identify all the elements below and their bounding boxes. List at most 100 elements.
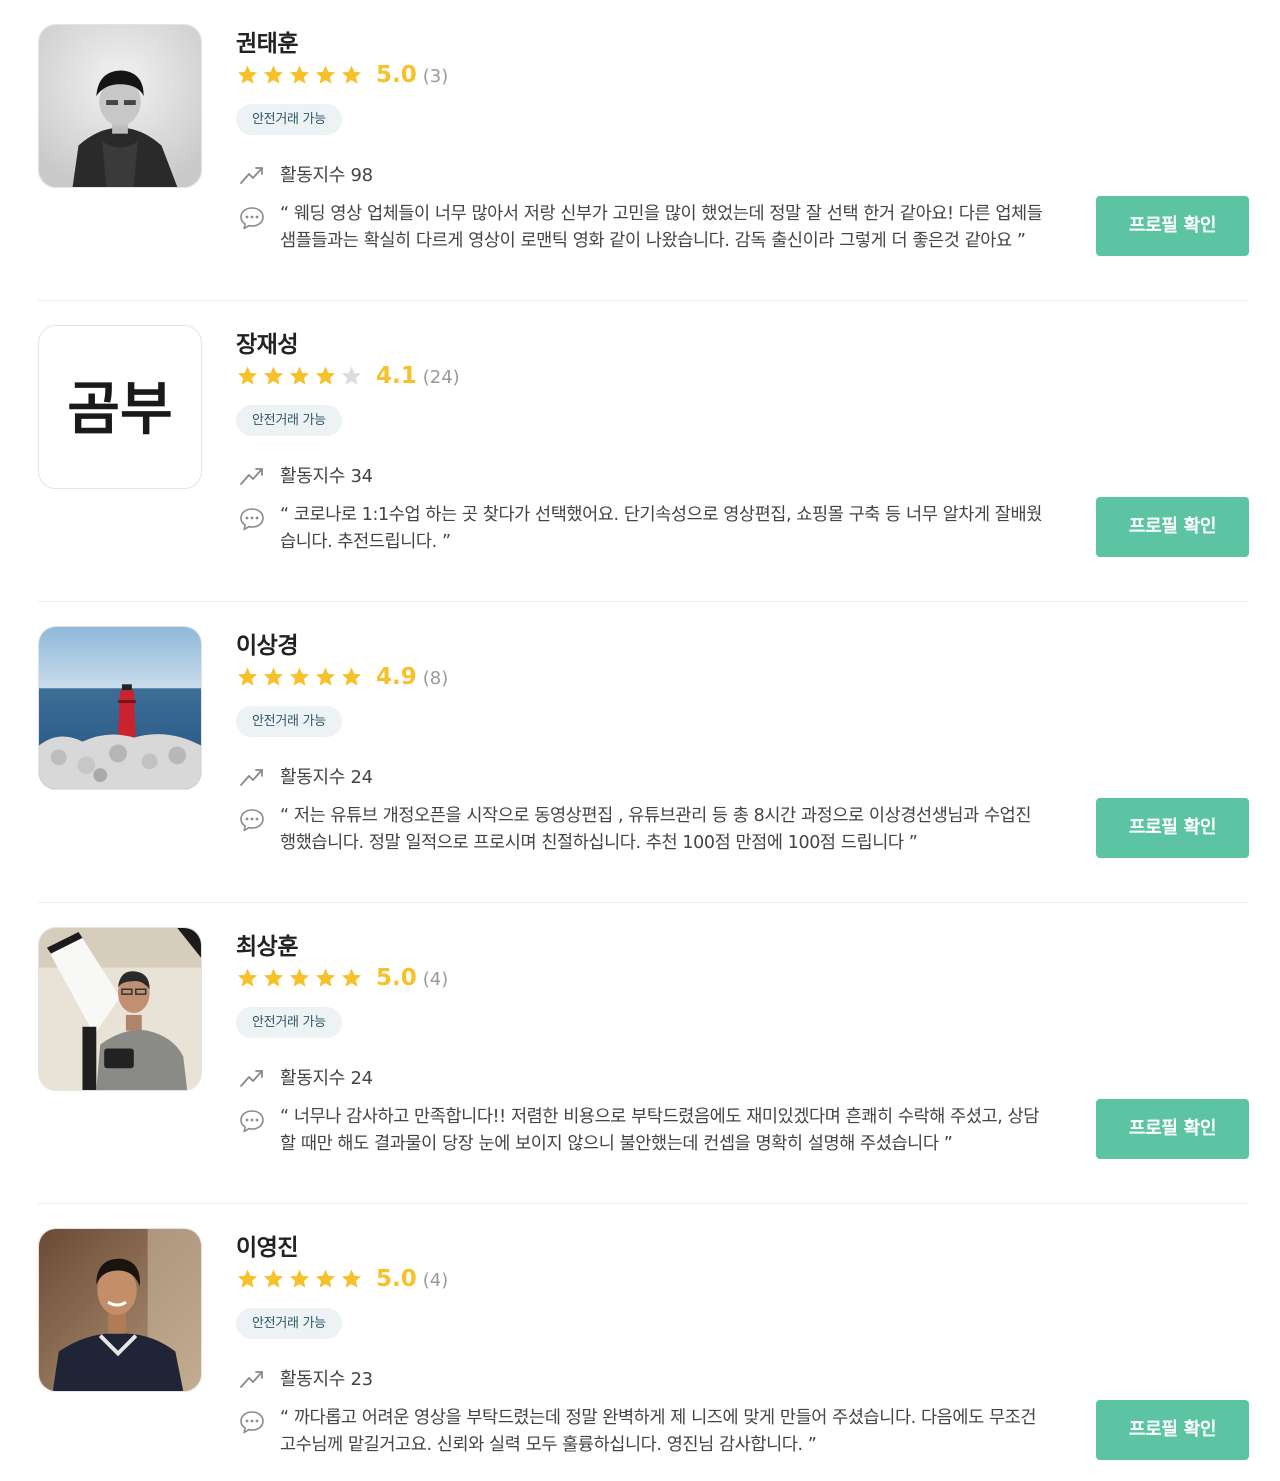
safe-trade-badge: 안전거래 가능	[236, 1007, 342, 1038]
review-count: (4)	[422, 1270, 449, 1291]
speech-bubble-icon	[240, 1110, 264, 1133]
activity-text: 활동지수 23	[280, 1369, 373, 1390]
star-icon	[341, 968, 362, 987]
star-rating	[236, 967, 363, 990]
trend-up-icon	[240, 1070, 263, 1087]
rating: 5.0 (4)	[236, 1264, 448, 1294]
activity-index: 활동지수 23	[238, 1364, 373, 1392]
expert-card: 최상훈 5.0 (4) 안전거래 가능 활동지수 24 “ 너무나 감사하고 만…	[0, 903, 1280, 1204]
star-rating	[236, 1268, 363, 1291]
speech-bubble-icon	[240, 508, 264, 531]
activity-index: 활동지수 24	[238, 762, 373, 790]
avatar[interactable]	[38, 626, 202, 790]
view-profile-button[interactable]: 프로필 확인	[1096, 1099, 1249, 1159]
avatar[interactable]: 곰부	[38, 325, 202, 489]
star-icon	[263, 968, 284, 987]
activity-index: 활동지수 98	[238, 160, 373, 188]
star-icon	[263, 65, 284, 84]
expert-card: 권태훈 5.0 (3) 안전거래 가능 활동지수 98 “ 웨딩 영상 업체들이…	[0, 0, 1280, 301]
star-rating	[236, 64, 363, 87]
star-icon	[237, 968, 258, 987]
star-icon	[289, 65, 310, 84]
star-icon	[315, 667, 336, 686]
review-text: “ 코로나로 1:1수업 하는 곳 찾다가 선택했어요. 단기속성으로 영상편집…	[280, 505, 1042, 552]
review-text: “ 까다롭고 어려운 영상을 부탁드렸는데 정말 완벽하게 제 니즈에 맞게 만…	[280, 1408, 1037, 1455]
star-icon	[341, 65, 362, 84]
review-snippet: “ 저는 유튜브 개정오픈을 시작으로 동영상편집 , 유튜브관리 등 총 8시…	[238, 803, 1058, 857]
rating: 5.0 (3)	[236, 60, 448, 90]
star-icon	[263, 366, 284, 385]
speech-bubble-icon	[240, 809, 264, 832]
star-icon	[289, 1269, 310, 1288]
avatar[interactable]	[38, 1228, 202, 1392]
activity-text: 활동지수 24	[280, 1068, 373, 1089]
profile-photo-image	[39, 928, 201, 1090]
review-snippet: “ 코로나로 1:1수업 하는 곳 찾다가 선택했어요. 단기속성으로 영상편집…	[238, 502, 1058, 556]
rating-score: 5.0	[376, 62, 417, 88]
review-snippet: “ 웨딩 영상 업체들이 너무 많아서 저랑 신부가 고민을 많이 했었는데 정…	[238, 201, 1058, 255]
review-text: “ 웨딩 영상 업체들이 너무 많아서 저랑 신부가 고민을 많이 했었는데 정…	[280, 204, 1043, 251]
star-icon	[341, 366, 362, 385]
activity-index: 활동지수 24	[238, 1063, 373, 1091]
expert-name[interactable]: 최상훈	[236, 927, 298, 961]
star-icon	[289, 667, 310, 686]
view-profile-button[interactable]: 프로필 확인	[1096, 798, 1249, 858]
rating: 5.0 (4)	[236, 963, 448, 993]
expert-card: 이상경 4.9 (8) 안전거래 가능 활동지수 24 “ 저는 유튜브 개정오…	[0, 602, 1280, 903]
review-count: (3)	[422, 66, 449, 87]
speech-bubble-icon	[240, 1411, 264, 1434]
rating-score: 5.0	[376, 1266, 417, 1292]
view-profile-button[interactable]: 프로필 확인	[1096, 196, 1249, 256]
activity-text: 활동지수 24	[280, 767, 373, 788]
star-icon	[315, 1269, 336, 1288]
avatar[interactable]	[38, 927, 202, 1091]
speech-bubble-icon	[240, 207, 264, 230]
star-icon	[315, 366, 336, 385]
expert-name[interactable]: 장재성	[236, 325, 298, 359]
star-icon	[289, 366, 310, 385]
star-icon	[263, 667, 284, 686]
profile-photo-image	[39, 25, 201, 187]
profile-photo-image	[39, 1229, 201, 1391]
activity-text: 활동지수 34	[280, 466, 373, 487]
star-icon	[237, 366, 258, 385]
star-icon	[315, 968, 336, 987]
expert-card: 곰부 장재성 4.1 (24) 안전거래 가능 활동지수 34 “ 코로나로 1…	[0, 301, 1280, 602]
star-icon	[237, 1269, 258, 1288]
rating-score: 4.9	[376, 664, 417, 690]
star-icon	[315, 65, 336, 84]
view-profile-button[interactable]: 프로필 확인	[1096, 1400, 1249, 1460]
avatar-logo-text: 곰부	[67, 376, 172, 443]
lighthouse-photo-image	[39, 627, 201, 789]
review-text: “ 너무나 감사하고 만족합니다!! 저렴한 비용으로 부탁드렸음에도 재미있겠…	[280, 1107, 1039, 1154]
review-count: (4)	[422, 969, 449, 990]
rating: 4.9 (8)	[236, 662, 448, 692]
expert-card: 이영진 5.0 (4) 안전거래 가능 활동지수 23 “ 까다롭고 어려운 영…	[0, 1204, 1280, 1481]
trend-up-icon	[240, 167, 263, 184]
activity-text: 활동지수 98	[280, 165, 373, 186]
activity-index: 활동지수 34	[238, 461, 373, 489]
safe-trade-badge: 안전거래 가능	[236, 104, 342, 135]
expert-name[interactable]: 이영진	[236, 1228, 298, 1262]
trend-up-icon	[240, 769, 263, 786]
review-count: (8)	[422, 668, 449, 689]
avatar[interactable]	[38, 24, 202, 188]
safe-trade-badge: 안전거래 가능	[236, 405, 342, 436]
expert-name[interactable]: 이상경	[236, 626, 298, 660]
review-text: “ 저는 유튜브 개정오픈을 시작으로 동영상편집 , 유튜브관리 등 총 8시…	[280, 806, 1032, 853]
expert-list: 권태훈 5.0 (3) 안전거래 가능 활동지수 98 “ 웨딩 영상 업체들이…	[0, 0, 1280, 1481]
star-rating	[236, 365, 363, 388]
view-profile-button[interactable]: 프로필 확인	[1096, 497, 1249, 557]
logo-image: 곰부	[39, 326, 201, 488]
review-count: (24)	[422, 367, 460, 388]
safe-trade-badge: 안전거래 가능	[236, 1308, 342, 1339]
star-rating	[236, 666, 363, 689]
star-icon	[341, 667, 362, 686]
review-snippet: “ 까다롭고 어려운 영상을 부탁드렸는데 정말 완벽하게 제 니즈에 맞게 만…	[238, 1405, 1058, 1459]
trend-up-icon	[240, 468, 263, 485]
rating-score: 4.1	[376, 363, 417, 389]
star-icon	[237, 667, 258, 686]
expert-name[interactable]: 권태훈	[236, 24, 298, 58]
safe-trade-badge: 안전거래 가능	[236, 706, 342, 737]
review-snippet: “ 너무나 감사하고 만족합니다!! 저렴한 비용으로 부탁드렸음에도 재미있겠…	[238, 1104, 1058, 1158]
